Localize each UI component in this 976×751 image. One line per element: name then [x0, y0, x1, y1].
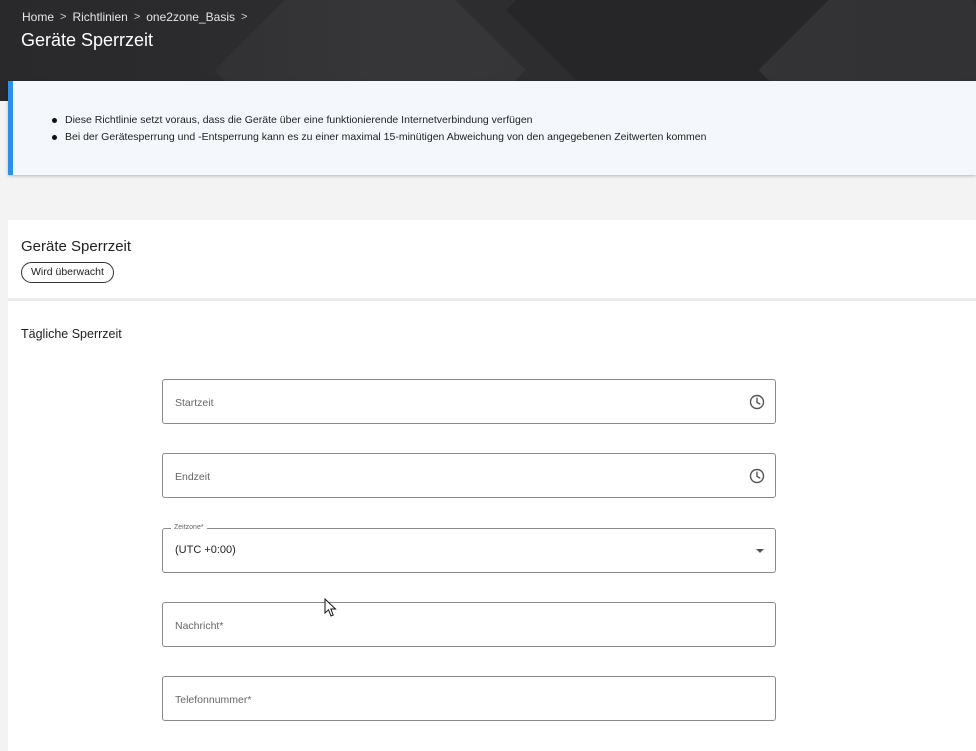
section-label: Tägliche Sperrzeit — [21, 327, 122, 341]
status-badge: Wird überwacht — [21, 262, 114, 283]
breadcrumb: Home > Richtlinien > one2zone_Basis > — [22, 10, 247, 24]
phone-placeholder: Telefonnummer* — [175, 694, 252, 706]
breadcrumb-separator: > — [133, 11, 141, 23]
info-item: Bei der Gerätesperrung und -Entsperrung … — [51, 129, 706, 146]
breadcrumb-home[interactable]: Home — [22, 10, 54, 24]
info-item: Diese Richtlinie setzt voraus, dass die … — [51, 112, 706, 129]
clock-icon[interactable] — [749, 394, 765, 410]
page-title: Geräte Sperrzeit — [21, 30, 154, 50]
info-list: Diese Richtlinie setzt voraus, dass die … — [51, 112, 706, 146]
clock-icon[interactable] — [749, 468, 765, 484]
message-field[interactable]: Nachricht* — [162, 602, 776, 647]
divider — [8, 298, 976, 301]
start-time-field[interactable]: Startzeit — [162, 379, 776, 424]
card-title: Geräte Sperrzeit — [21, 238, 132, 255]
mouse-cursor-icon — [324, 598, 337, 617]
end-time-field[interactable]: Endzeit — [162, 453, 776, 498]
breadcrumb-separator: > — [60, 11, 67, 23]
breadcrumb-richtlinien[interactable]: Richtlinien — [72, 10, 127, 24]
info-panel: Diese Richtlinie setzt voraus, dass die … — [8, 81, 976, 175]
chevron-down-icon[interactable] — [756, 549, 764, 553]
timezone-value: (UTC +0:00) — [175, 544, 236, 556]
settings-card: Geräte Sperrzeit Wird überwacht Tägliche… — [8, 220, 976, 751]
phone-field[interactable]: Telefonnummer* — [162, 676, 776, 721]
start-time-placeholder: Startzeit — [175, 397, 214, 409]
breadcrumb-separator: > — [240, 11, 248, 23]
timezone-select[interactable]: Zeitzone* (UTC +0:00) — [162, 523, 776, 573]
timezone-label: Zeitzone* — [171, 523, 207, 533]
end-time-placeholder: Endzeit — [175, 471, 211, 483]
breadcrumb-policy[interactable]: one2zone_Basis — [146, 10, 235, 24]
message-placeholder: Nachricht* — [175, 620, 224, 632]
